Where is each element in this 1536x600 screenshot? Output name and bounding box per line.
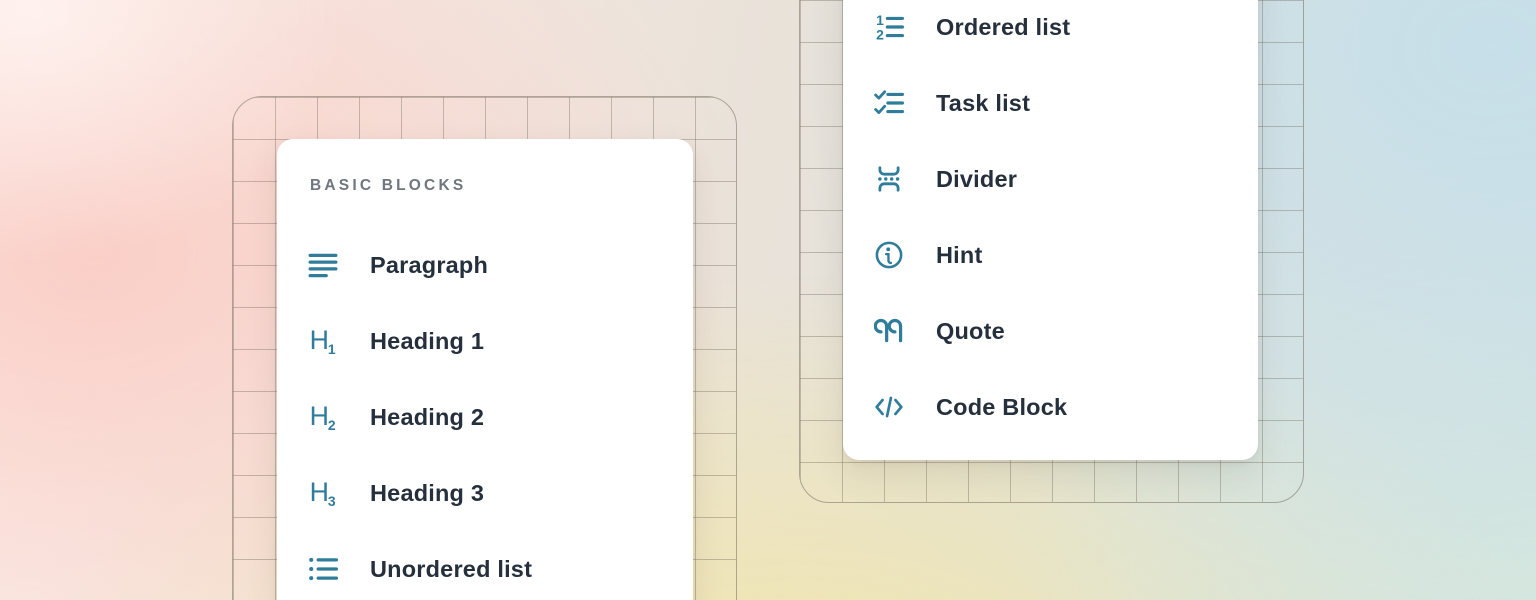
menu-item-label: Divider [936,166,1017,193]
menu-item-task-list[interactable]: Task list [843,65,1258,141]
svg-text:2: 2 [328,417,336,432]
code-block-icon [874,392,904,422]
heading-1-icon: H1 [308,326,338,356]
svg-text:H: H [310,478,329,507]
heading-2-icon: H2 [308,402,338,432]
menu-item-label: Paragraph [370,252,488,279]
menu-item-label: Hint [936,242,982,269]
paragraph-icon [308,250,338,280]
menu-item-label: Task list [936,90,1030,117]
task-list-icon [874,88,904,118]
menu-item-heading-2[interactable]: H2 Heading 2 [277,379,693,455]
menu-item-label: Heading 2 [370,404,484,431]
menu-item-code-block[interactable]: Code Block [843,369,1258,445]
svg-text:1: 1 [328,341,336,356]
menu-item-label: Heading 3 [370,480,484,507]
block-menu-card-basic: BASIC BLOCKS ParagraphH1Heading 1H2Headi… [277,139,693,600]
card-section-header: BASIC BLOCKS [310,177,693,195]
menu-item-label: Quote [936,318,1005,345]
menu-item-label: Ordered list [936,14,1070,41]
menu-item-heading-3[interactable]: H3 Heading 3 [277,455,693,531]
menu-item-list: 12 Ordered list Task list Divider Hint Quote C… [843,0,1258,445]
menu-item-heading-1[interactable]: H1 Heading 1 [277,303,693,379]
menu-item-ordered-list[interactable]: 12 Ordered list [843,0,1258,65]
hint-icon [874,240,904,270]
menu-item-unordered-list[interactable]: Unordered list [277,531,693,600]
menu-item-label: Unordered list [370,556,532,583]
heading-3-icon: H3 [308,478,338,508]
menu-item-divider[interactable]: Divider [843,141,1258,217]
menu-item-label: Heading 1 [370,328,484,355]
svg-text:H: H [310,326,329,355]
quote-icon [874,316,904,346]
block-menu-card-more: 12 Ordered list Task list Divider Hint Quote C… [843,0,1258,460]
divider-icon [874,164,904,194]
menu-item-quote[interactable]: Quote [843,293,1258,369]
ordered-list-icon: 12 [874,12,904,42]
svg-text:3: 3 [328,493,336,508]
unordered-list-icon [308,554,338,584]
menu-item-hint[interactable]: Hint [843,217,1258,293]
menu-item-list: ParagraphH1Heading 1H2Heading 2H3Heading… [277,227,693,600]
svg-text:2: 2 [876,26,884,42]
menu-item-paragraph[interactable]: Paragraph [277,227,693,303]
svg-text:H: H [310,402,329,431]
menu-item-label: Code Block [936,394,1067,421]
